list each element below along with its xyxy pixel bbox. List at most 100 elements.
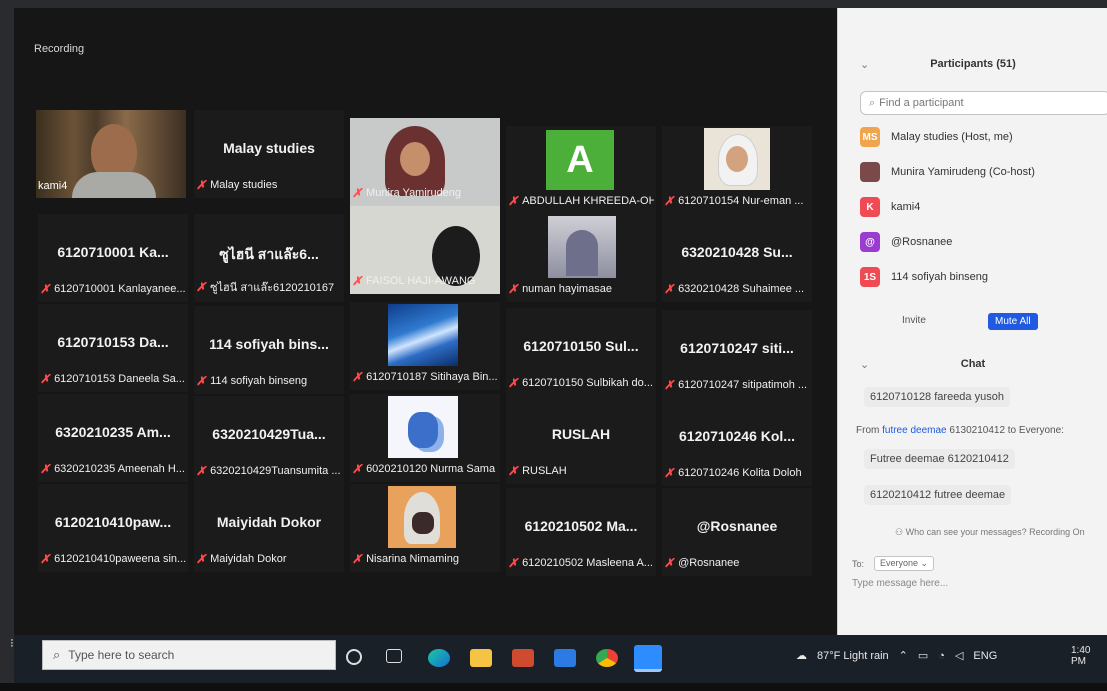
- video-tile[interactable]: 6320210428 Su... ✗ 6320210428 Suhaimee ..…: [662, 214, 812, 302]
- taskbar-clock[interactable]: 1:40 PM: [1071, 645, 1107, 667]
- participant-name: Munira Yamirudeng (Co-host): [891, 166, 1035, 178]
- participant-name: 6120210410paweena sin...: [54, 553, 186, 565]
- battery-icon[interactable]: ▭: [918, 649, 928, 662]
- participant-photo: [388, 396, 458, 458]
- participant-photo: [704, 128, 770, 190]
- wifi-icon[interactable]: ◔: [938, 650, 945, 662]
- video-tile[interactable]: ซูไฮนี สาแล๊ะ6... ✗ ซูไฮนี สาแล๊ะ61202101…: [194, 214, 344, 302]
- video-tile[interactable]: 6320210429Tua... ✗ 6320210429Tuansumita .…: [194, 396, 344, 484]
- participant-name: 6320210429Tuansumita ...: [210, 465, 341, 477]
- participant-name: @Rosnanee: [891, 236, 953, 248]
- video-tile[interactable]: 6120710001 Ka... ✗ 6120710001 Kanlayanee.…: [38, 214, 188, 302]
- participant-name: numan hayimasae: [522, 283, 612, 295]
- chat-message-input[interactable]: Type message here...: [852, 578, 948, 589]
- video-tile[interactable]: ✗ numan hayimasae: [506, 214, 656, 302]
- search-placeholder: Type here to search: [68, 648, 175, 662]
- participant-label: 6320210428 Su...: [681, 244, 793, 260]
- video-tile[interactable]: 114 sofiyah bins... ✗ 114 sofiyah binseng: [194, 306, 344, 394]
- video-tile[interactable]: ✗ FAISOL HAJI-AWANG: [350, 206, 500, 294]
- mic-muted-icon: ✗: [352, 552, 363, 566]
- participant-name: @Rosnanee: [678, 557, 740, 569]
- participant-row[interactable]: K kami4: [860, 196, 1107, 218]
- recording-indicator: Recording: [34, 43, 85, 55]
- video-tile[interactable]: 6120210410paw... ✗ 6120210410paweena sin.…: [38, 484, 188, 572]
- video-tile[interactable]: A ✗ ABDULLAH KHREEDA-OH: [506, 126, 656, 214]
- participant-photo: [548, 216, 616, 278]
- video-tile[interactable]: kami4: [36, 110, 186, 198]
- video-tile[interactable]: Malay studies ✗ Malay studies: [194, 110, 344, 198]
- video-tile[interactable]: ✗ Munira Yamirudeng: [350, 118, 500, 206]
- mic-muted-icon: ✗: [352, 462, 363, 476]
- video-tile[interactable]: 6120710153 Da... ✗ 6120710153 Daneela Sa.…: [38, 304, 188, 392]
- participant-row[interactable]: 1S 114 sofiyah binseng: [860, 266, 1107, 288]
- participant-name: 114 sofiyah binseng: [891, 271, 989, 283]
- chat-title: Chat: [960, 358, 986, 370]
- participant-name: Munira Yamirudeng: [366, 187, 462, 199]
- who-can-see-text: Who can see your messages? Recording On: [905, 527, 1085, 537]
- weather-icon: ☁: [796, 650, 807, 662]
- mic-muted-icon: ✗: [196, 464, 207, 478]
- store-icon[interactable]: [512, 649, 534, 667]
- people-icon: ⚇: [895, 527, 906, 537]
- mic-muted-icon: ✗: [40, 552, 51, 566]
- mic-muted-icon: ✗: [196, 178, 207, 192]
- chat-sender-line: From futree deemae 6130210412 to Everyon…: [856, 425, 1064, 436]
- participant-name: Nisarina Nimaming: [366, 553, 459, 565]
- chat-message: 6120210412 futree deemae: [864, 485, 1012, 505]
- participant-row[interactable]: MS Malay studies (Host, me): [860, 126, 1107, 148]
- video-tile[interactable]: 6120710246 Kol... ✗ 6120710246 Kolita Dol…: [662, 398, 812, 486]
- zoom-icon[interactable]: [634, 645, 662, 672]
- participant-row[interactable]: @ @Rosnanee: [860, 231, 1107, 253]
- video-tile[interactable]: RUSLAH ✗ RUSLAH: [506, 396, 656, 484]
- invite-button[interactable]: Invite: [902, 315, 926, 326]
- video-tile[interactable]: 6120210502 Ma... ✗ 6120210502 Masleena A.…: [506, 488, 656, 576]
- chevron-up-icon[interactable]: ⌃: [899, 649, 908, 662]
- mic-muted-icon: ✗: [664, 378, 675, 392]
- side-panel: ⌄ Participants (51) ⌕ Find a participant…: [837, 8, 1107, 635]
- video-tile[interactable]: 6320210235 Am... ✗ 6320210235 Ameenah H..…: [38, 394, 188, 482]
- video-tile[interactable]: @Rosnanee ✗ @Rosnanee: [662, 488, 812, 576]
- search-placeholder: Find a participant: [879, 97, 964, 109]
- mic-muted-icon: ✗: [196, 280, 207, 294]
- mic-muted-icon: ✗: [508, 464, 519, 478]
- participant-name: 6120710246 Kolita Doloh: [678, 467, 802, 479]
- avatar: [860, 162, 880, 182]
- lang-indicator[interactable]: ENG: [973, 650, 997, 662]
- file-explorer-icon[interactable]: [470, 649, 492, 667]
- to-label: To:: [852, 558, 865, 569]
- participant-name: kami4: [38, 180, 68, 192]
- participant-label: 6120710001 Ka...: [57, 244, 169, 260]
- video-tile[interactable]: ✗ 6120710154 Nur-eman ...: [662, 126, 812, 214]
- participant-name: Malay studies: [210, 179, 278, 191]
- who-can-see-link[interactable]: ⚇ Who can see your messages? Recording O…: [895, 527, 1085, 538]
- video-tile[interactable]: ✗ 6020210120 Nurma Sama: [350, 394, 500, 482]
- participant-row[interactable]: Munira Yamirudeng (Co-host): [860, 161, 1107, 183]
- participant-label: @Rosnanee: [696, 518, 778, 534]
- system-tray: ☁ 87°F Light rain ⌃ ▭ ◔ ◁ ENG: [796, 649, 1007, 663]
- avatar: K: [860, 197, 880, 217]
- participant-name: kami4: [891, 201, 921, 213]
- edge-icon[interactable]: [428, 649, 450, 667]
- mic-muted-icon: ✗: [508, 282, 519, 296]
- mute-all-button[interactable]: Mute All: [988, 313, 1038, 330]
- participant-label: 6120210410paw...: [54, 514, 172, 530]
- mic-muted-icon: ✗: [196, 552, 207, 566]
- mail-icon[interactable]: [554, 649, 576, 667]
- video-tile[interactable]: 6120710247 siti... ✗ 6120710247 sitipatim…: [662, 310, 812, 398]
- participant-label: Maiyidah Dokor: [216, 514, 322, 530]
- participant-search-input[interactable]: ⌕ Find a participant: [860, 91, 1107, 115]
- chat-message: Futree deemae 6120210412: [864, 449, 1015, 469]
- recipient-dropdown[interactable]: Everyone ⌄: [874, 556, 935, 571]
- video-tile[interactable]: 6120710150 Sul... ✗ 6120710150 Sulbikah d…: [506, 308, 656, 396]
- participant-name: FAISOL HAJI-AWANG: [366, 275, 476, 287]
- windows-taskbar: ⌕ Type here to search ☁ 87°F Light rain …: [14, 635, 1107, 683]
- cortana-icon[interactable]: [346, 649, 362, 665]
- taskbar-search-input[interactable]: ⌕ Type here to search: [42, 640, 336, 670]
- task-view-icon[interactable]: [386, 649, 402, 663]
- video-tile[interactable]: Maiyidah Dokor ✗ Maiyidah Dokor: [194, 484, 344, 572]
- volume-icon[interactable]: ◁: [955, 649, 963, 662]
- mic-muted-icon: ✗: [664, 282, 675, 296]
- chrome-icon[interactable]: [596, 649, 618, 667]
- video-tile[interactable]: ✗ 6120710187 Sitihaya Bin...: [350, 302, 500, 390]
- video-tile[interactable]: ✗ Nisarina Nimaming: [350, 484, 500, 572]
